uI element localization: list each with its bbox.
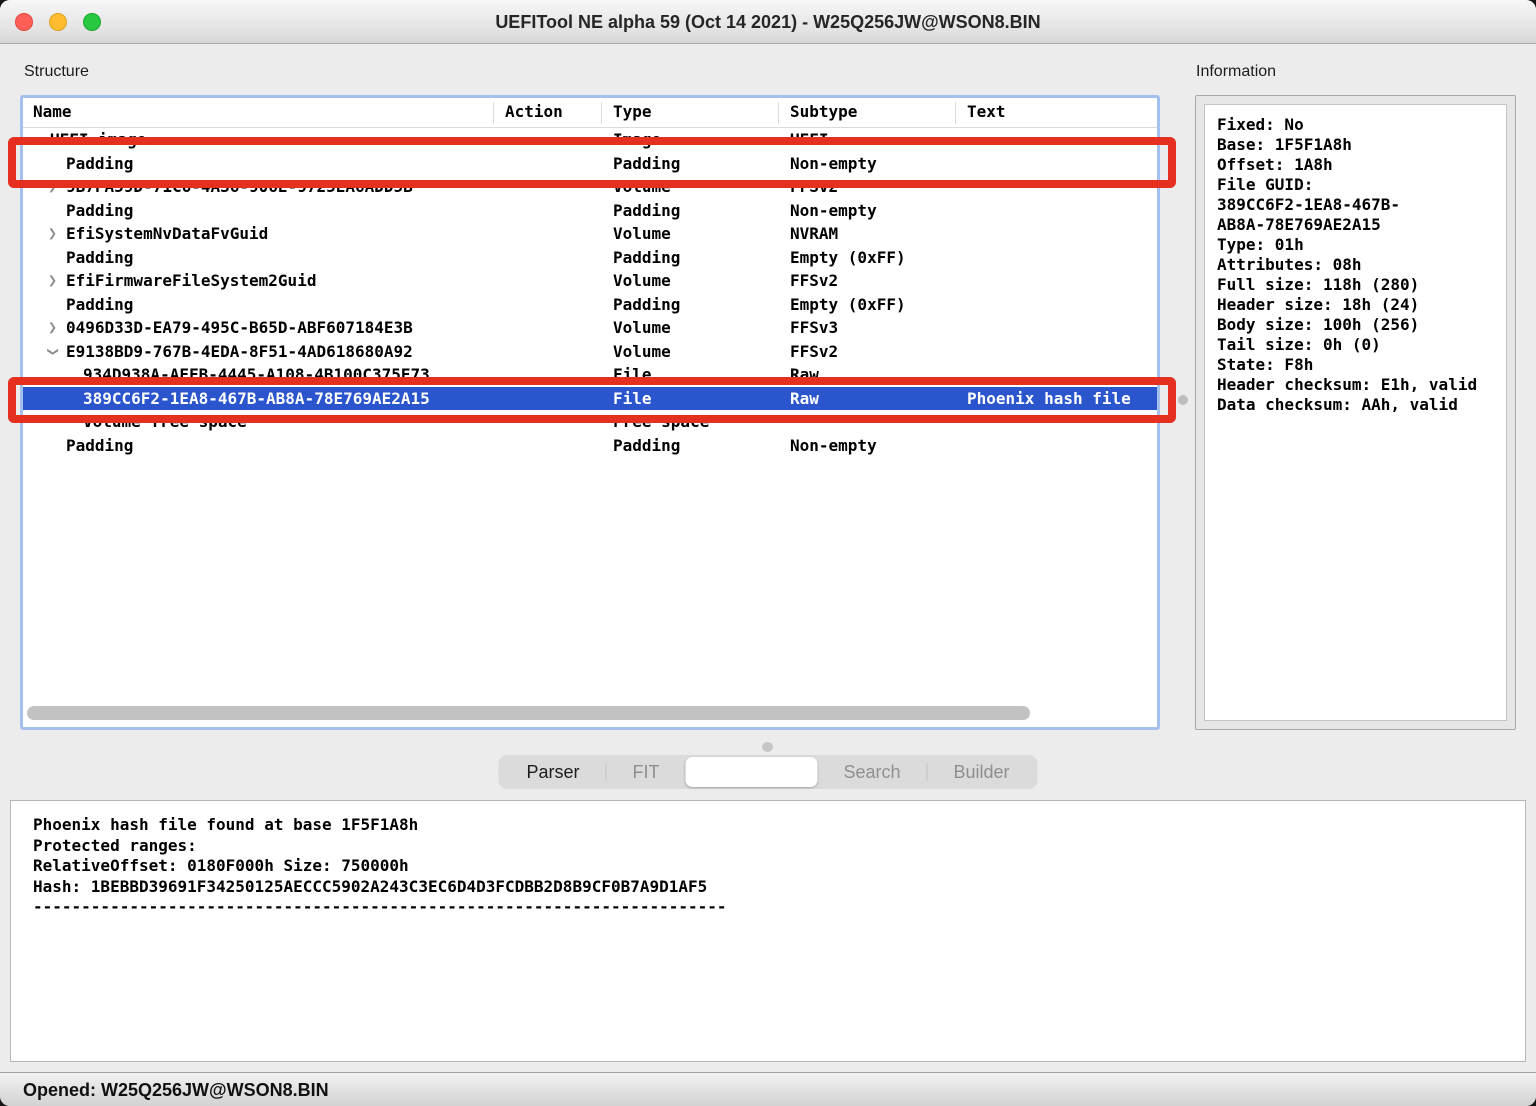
chevron-down-icon[interactable]: ❯	[25, 135, 49, 144]
table-row[interactable]: ❯ 0496D33D-EA79-495C-B65D-ABF607184E3B Vol…	[23, 316, 1157, 340]
parser-output-panel[interactable]: Phoenix hash file found at base 1F5F1A8h…	[10, 800, 1526, 1062]
cell-type: Free space	[613, 410, 709, 434]
cell-name: Volume free space	[83, 410, 247, 434]
chevron-right-icon[interactable]: ❯	[48, 175, 57, 199]
tree-column-headers[interactable]: Name Action Type Subtype Text	[23, 98, 1157, 128]
cell-subtype: FFSv2	[790, 340, 838, 364]
structure-panel-label: Structure	[24, 63, 89, 81]
cell-subtype: Raw	[790, 363, 819, 387]
information-text: Fixed: No Base: 1F5F1A8h Offset: 1A8h Fi…	[1205, 105, 1506, 415]
cell-type: File	[613, 363, 652, 387]
table-row[interactable]: Padding Padding Empty (0xFF)	[23, 293, 1157, 317]
status-text: Opened: W25Q256JW@WSON8.BIN	[23, 1073, 329, 1106]
cell-name: Padding	[66, 152, 133, 176]
cell-name: Padding	[66, 293, 133, 317]
chevron-down-icon[interactable]: ❯	[41, 347, 65, 356]
table-row[interactable]: Padding Padding Non-empty	[23, 434, 1157, 458]
cell-name: 934D938A-AEFB-4445-A108-4B100C375E73	[83, 363, 430, 387]
cell-name: EfiFirmwareFileSystem2Guid	[66, 269, 316, 293]
table-row[interactable]: ❯UEFI image Image UEFI	[23, 128, 1157, 152]
cell-type: Volume	[613, 175, 671, 199]
chevron-right-icon[interactable]: ❯	[48, 222, 57, 246]
column-header-text[interactable]: Text	[967, 102, 1006, 121]
cell-type: Volume	[613, 269, 671, 293]
tab-parser[interactable]: Parser	[500, 757, 605, 787]
table-row[interactable]: Padding Padding Non-empty	[23, 152, 1157, 176]
cell-type: File	[613, 387, 652, 411]
table-row[interactable]: 934D938A-AEFB-4445-A108-4B100C375E73 File…	[23, 363, 1157, 387]
cell-type: Padding	[613, 199, 680, 223]
cell-subtype: UEFI	[790, 128, 829, 152]
cell-subtype: FFSv2	[790, 175, 838, 199]
window-title: UEFITool NE alpha 59 (Oct 14 2021) - W25…	[0, 0, 1536, 44]
cell-subtype: Non-empty	[790, 434, 877, 458]
column-header-name[interactable]: Name	[33, 102, 72, 121]
tab-search[interactable]: Search	[817, 757, 926, 787]
cell-type: Padding	[613, 246, 680, 270]
cell-name: Padding	[66, 199, 133, 223]
cell-type: Volume	[613, 340, 671, 364]
cell-name: 0496D33D-EA79-495C-B65D-ABF607184E3B	[66, 316, 413, 340]
table-row[interactable]: ❯ EfiFirmwareFileSystem2Guid Volume FFSv2	[23, 269, 1157, 293]
structure-tree[interactable]: Name Action Type Subtype Text ❯UEFI imag…	[20, 95, 1160, 730]
cell-type: Padding	[613, 434, 680, 458]
cell-type: Volume	[613, 222, 671, 246]
cell-name: 389CC6F2-1EA8-467B-AB8A-78E769AE2A15	[83, 387, 430, 411]
table-row[interactable]: ❯E9138BD9-767B-4EDA-8F51-4AD618680A92 Vol…	[23, 340, 1157, 364]
table-row[interactable]: Padding Padding Empty (0xFF)	[23, 246, 1157, 270]
cell-subtype: Empty (0xFF)	[790, 293, 906, 317]
cell-subtype: Non-empty	[790, 199, 877, 223]
cell-type: Padding	[613, 293, 680, 317]
parser-output-text: Phoenix hash file found at base 1F5F1A8h…	[11, 801, 1525, 918]
bottom-tab-bar: ParserFIT SearchBuilder	[498, 755, 1037, 789]
cell-subtype: NVRAM	[790, 222, 838, 246]
table-row[interactable]: ❯ EfiSystemNvDataFvGuid Volume NVRAM	[23, 222, 1157, 246]
tab-builder[interactable]: Builder	[928, 757, 1036, 787]
column-header-subtype[interactable]: Subtype	[790, 102, 857, 121]
cell-name: E9138BD9-767B-4EDA-8F51-4AD618680A92	[66, 340, 413, 364]
tab-blank[interactable]	[685, 757, 817, 787]
information-panel: Fixed: No Base: 1F5F1A8h Offset: 1A8h Fi…	[1195, 95, 1516, 730]
table-row[interactable]: Volume free space Free space	[23, 410, 1157, 434]
horizontal-scrollbar[interactable]	[27, 706, 1030, 720]
column-header-type[interactable]: Type	[613, 102, 652, 121]
cell-subtype: Raw	[790, 387, 819, 411]
app-window: UEFITool NE alpha 59 (Oct 14 2021) - W25…	[0, 0, 1536, 1106]
cell-type: Volume	[613, 316, 671, 340]
cell-name: UEFI image	[50, 128, 146, 152]
cell-type: Image	[613, 128, 661, 152]
information-card: Fixed: No Base: 1F5F1A8h Offset: 1A8h Fi…	[1204, 104, 1507, 721]
horizontal-splitter-handle[interactable]	[762, 742, 773, 752]
cell-subtype: Empty (0xFF)	[790, 246, 906, 270]
information-panel-label: Information	[1196, 63, 1276, 81]
cell-name: Padding	[66, 246, 133, 270]
cell-text: Phoenix hash file	[967, 387, 1131, 411]
table-row[interactable]: 389CC6F2-1EA8-467B-AB8A-78E769AE2A15 File…	[23, 387, 1157, 411]
tab-fit[interactable]: FIT	[606, 757, 685, 787]
cell-subtype: FFSv2	[790, 269, 838, 293]
cell-subtype: FFSv3	[790, 316, 838, 340]
cell-name: EfiSystemNvDataFvGuid	[66, 222, 268, 246]
table-row[interactable]: ❯ 9B7FA59D-71C6-4A36-906E-9725EA6ADD5B Vol…	[23, 175, 1157, 199]
tree-rows: ❯UEFI imageImageUEFIPaddingPaddingNon-em…	[23, 128, 1157, 727]
vertical-splitter-handle[interactable]	[1178, 395, 1188, 405]
status-bar: Opened: W25Q256JW@WSON8.BIN	[0, 1072, 1536, 1106]
cell-subtype: Non-empty	[790, 152, 877, 176]
chevron-right-icon[interactable]: ❯	[48, 316, 57, 340]
table-row[interactable]: Padding Padding Non-empty	[23, 199, 1157, 223]
cell-name: Padding	[66, 434, 133, 458]
column-header-action[interactable]: Action	[505, 102, 563, 121]
cell-type: Padding	[613, 152, 680, 176]
title-bar: UEFITool NE alpha 59 (Oct 14 2021) - W25…	[0, 0, 1536, 44]
chevron-right-icon[interactable]: ❯	[48, 269, 57, 293]
cell-name: 9B7FA59D-71C6-4A36-906E-9725EA6ADD5B	[66, 175, 413, 199]
